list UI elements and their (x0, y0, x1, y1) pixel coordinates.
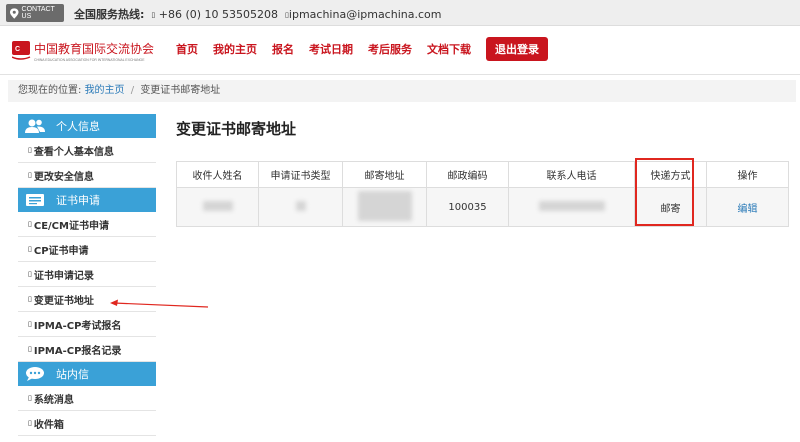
phone-icon: ▯ (151, 11, 156, 19)
nav-downloads[interactable]: 文档下载 (427, 41, 471, 57)
annotation-arrow-icon (110, 299, 209, 308)
table-header-row: 收件人姓名 申请证书类型 邮寄地址 邮政编码 联系人电话 快递方式 操作 (176, 160, 789, 189)
sidebar-item-label: IPMA-CP考试报名 (33, 320, 122, 332)
column-header: 操作 (706, 160, 789, 189)
sidebar-section-title: 证书申请 (56, 194, 100, 207)
sidebar-bullet-icon: ▯ (28, 320, 32, 328)
nav-exam-dates[interactable]: 考试日期 (309, 41, 353, 57)
sidebar-item-apply-records[interactable]: ▯ 证书申请记录 (18, 262, 156, 287)
sidebar-item-label: 系统消息 (33, 394, 74, 406)
delivery-method-highlight (635, 158, 694, 226)
hotline-phone: +86 (0) 10 53505208 (158, 8, 279, 21)
sidebar-bullet-icon: ▯ (28, 345, 32, 353)
sidebar-section-personal-info[interactable]: 个人信息 (18, 114, 156, 138)
sidebar-item-system-messages[interactable]: ▯ 系统消息 (18, 386, 156, 411)
action-cell: 编辑 (706, 187, 789, 227)
sidebar-bullet-icon: ▯ (28, 171, 32, 179)
column-header: 邮政编码 (426, 160, 509, 189)
edit-link[interactable]: 编辑 (738, 204, 758, 215)
sidebar-section-title: 站内信 (56, 368, 89, 381)
recipient-name-cell (176, 187, 259, 227)
certificate-type-cell (258, 187, 343, 227)
sidebar-item-ipma-cp-register[interactable]: ▯ IPMA-CP考试报名 (18, 312, 156, 337)
column-header: 收件人姓名 (176, 160, 259, 189)
hotline-info: 全国服务热线: ▯ +86 (0) 10 53505208 ▯ipmachina… (74, 6, 441, 22)
sidebar-bullet-icon: ▯ (28, 394, 32, 402)
column-header: 联系人电话 (508, 160, 635, 189)
sidebar-bullet-icon: ▯ (28, 295, 32, 303)
sidebar: 个人信息 ▯ 查看个人基本信息 ▯ 更改安全信息 证书申请 ▯ CE/CM证书申请 ▯… (18, 114, 156, 436)
main-nav: C 中国教育国际交流协会 CHINA EDUCATION ASSOCIATION… (0, 27, 800, 75)
redacted-value (538, 200, 605, 211)
sidebar-item-ce-cm-apply[interactable]: ▯ CE/CM证书申请 (18, 212, 156, 237)
contact-phone-cell (508, 187, 635, 227)
mailing-address-cell (342, 187, 427, 227)
logo-subtext: CHINA EDUCATION ASSOCIATION FOR INTERNAT… (34, 58, 145, 62)
sidebar-bullet-icon: ▯ (28, 270, 32, 278)
sidebar-item-label: 查看个人基本信息 (33, 146, 114, 158)
page-title: 变更证书邮寄地址 (176, 120, 297, 138)
sidebar-section-certificate[interactable]: 证书申请 (18, 188, 156, 212)
column-header: 邮寄地址 (342, 160, 427, 189)
logo-text: 中国教育国际交流协会 (34, 41, 154, 56)
sidebar-section-messages[interactable]: 站内信 (18, 362, 156, 386)
contact-us-label: CONTACT US (21, 6, 55, 20)
redacted-value (202, 200, 233, 211)
breadcrumb-home-link[interactable]: 我的主页 (85, 85, 125, 96)
nav-home[interactable]: 首页 (176, 41, 198, 57)
nav-my-page[interactable]: 我的主页 (213, 41, 257, 57)
sidebar-item-label: IPMA-CP报名记录 (33, 345, 122, 357)
sidebar-item-label: CE/CM证书申请 (33, 220, 109, 232)
sidebar-item-ipma-cp-records[interactable]: ▯ IPMA-CP报名记录 (18, 337, 156, 362)
logout-button[interactable]: 退出登录 (486, 37, 548, 61)
breadcrumb-current: 变更证书邮寄地址 (140, 85, 221, 96)
hotline-label: 全国服务热线: (74, 8, 145, 21)
location-pin-icon (10, 7, 19, 19)
main-content: 变更证书邮寄地址 收件人姓名 申请证书类型 邮寄地址 邮政编码 联系人电话 快递… (176, 118, 789, 227)
logo[interactable]: C 中国教育国际交流协会 CHINA EDUCATION ASSOCIATION… (12, 39, 158, 65)
sidebar-section-title: 个人信息 (56, 120, 100, 133)
breadcrumb: 您现在的位置: 我的主页 / 变更证书邮寄地址 (8, 80, 796, 102)
contact-us-badge[interactable]: CONTACT US (6, 4, 64, 22)
sidebar-bullet-icon: ▯ (28, 220, 32, 228)
sidebar-item-label: 变更证书地址 (33, 295, 94, 307)
redacted-value (357, 190, 412, 221)
column-header: 申请证书类型 (258, 160, 343, 189)
sidebar-item-inbox[interactable]: ▯ 收件箱 (18, 411, 156, 436)
svg-text:C: C (15, 46, 20, 53)
hotline-email[interactable]: ipmachina@ipmachina.com (289, 8, 442, 21)
sidebar-bullet-icon: ▯ (28, 146, 32, 154)
nav-post-exam-service[interactable]: 考后服务 (368, 41, 412, 57)
sidebar-bullet-icon: ▯ (28, 419, 32, 427)
breadcrumb-prefix: 您现在的位置: (18, 85, 82, 96)
sidebar-item-label: CP证书申请 (33, 245, 89, 257)
top-info-bar: CONTACT US 全国服务热线: ▯ +86 (0) 10 53505208… (0, 0, 800, 26)
sidebar-item-label: 更改安全信息 (33, 171, 94, 183)
postcode-cell: 100035 (426, 187, 509, 227)
table-row: 100035 邮寄 编辑 (176, 187, 789, 227)
sidebar-item-cp-apply[interactable]: ▯ CP证书申请 (18, 237, 156, 262)
address-table: 收件人姓名 申请证书类型 邮寄地址 邮政编码 联系人电话 快递方式 操作 100… (176, 160, 789, 227)
sidebar-bullet-icon: ▯ (28, 245, 32, 253)
chat-icon (26, 367, 44, 381)
sidebar-item-security-info[interactable]: ▯ 更改安全信息 (18, 163, 156, 188)
nav-items: 首页 我的主页 报名 考试日期 考后服务 文档下载 退出登录 (176, 37, 548, 61)
redacted-value (295, 200, 306, 211)
sidebar-item-label: 收件箱 (33, 419, 64, 431)
sidebar-item-view-profile[interactable]: ▯ 查看个人基本信息 (18, 138, 156, 163)
certificate-icon (26, 194, 44, 206)
breadcrumb-separator: / (130, 85, 135, 96)
nav-register[interactable]: 报名 (272, 41, 294, 57)
sidebar-item-label: 证书申请记录 (33, 270, 94, 282)
users-icon (25, 119, 45, 133)
